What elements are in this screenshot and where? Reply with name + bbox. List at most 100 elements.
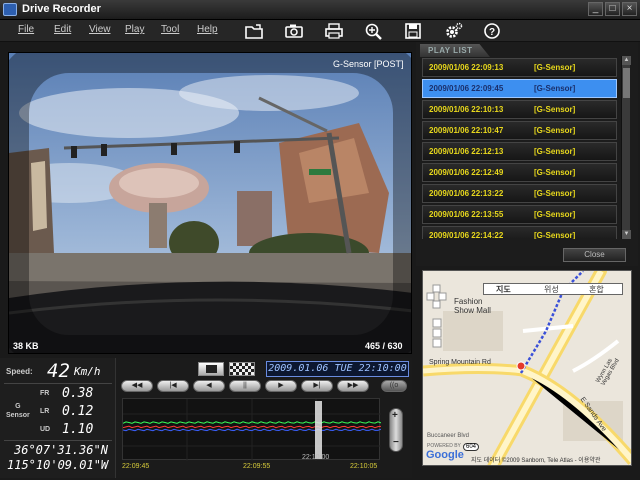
graph-tick-end: 22:10:05: [350, 463, 378, 470]
close-window-button[interactable]: ×: [622, 2, 637, 16]
map-label-buccaneer: Buccaneer Blvd: [427, 433, 470, 439]
g-sensor-graph[interactable]: [122, 398, 381, 461]
map-label-spring-mountain: Spring Mountain Rd: [429, 359, 491, 366]
fr-label: FR: [40, 390, 50, 397]
view-mode-single-icon[interactable]: [198, 362, 224, 376]
playlist-item[interactable]: 2009/01/06 22:12:13 [G-Sensor]: [422, 142, 617, 161]
view-mode-split-icon[interactable]: [229, 362, 255, 376]
longitude: 115°10'09.01"W: [7, 458, 109, 472]
playlist-scrollbar[interactable]: ▲ ▼: [621, 56, 631, 239]
graph-zoom-slider[interactable]: + −: [389, 408, 403, 452]
graph-plot: [123, 399, 381, 461]
fast-forward-button[interactable]: ▶▶: [337, 380, 369, 392]
map-copyright[interactable]: 지도 데이터 ©2009 Sanborn, Tele Atlas - 이용약관: [471, 455, 600, 464]
maximize-button[interactable]: □: [605, 2, 620, 16]
map-tab-map[interactable]: 지도: [496, 284, 511, 295]
ud-value: 1.10: [62, 422, 94, 437]
graph-tick-start: 22:09:45: [122, 463, 150, 470]
play-button[interactable]: ▶: [265, 380, 297, 392]
speed-value: 42: [47, 360, 70, 382]
google-logo[interactable]: Google: [426, 449, 464, 461]
lr-value: 0.12: [62, 404, 94, 419]
zoom-icon[interactable]: [363, 22, 385, 40]
lr-label: LR: [40, 408, 50, 415]
playlist-item[interactable]: 2009/01/06 22:14:22 [G-Sensor]: [422, 226, 617, 239]
frame-counter: 465 / 630: [365, 341, 403, 351]
map-view[interactable]: 지도 위성 혼합 Fashion Show Mall Spring Mounta…: [422, 270, 632, 466]
print-icon[interactable]: [323, 22, 345, 40]
settings-icon[interactable]: [442, 22, 464, 40]
playlist-item-tag: [G-Sensor]: [534, 63, 576, 72]
playlist-item-tag: [G-Sensor]: [534, 231, 576, 239]
camera-icon[interactable]: [283, 22, 305, 40]
scroll-thumb[interactable]: [623, 68, 630, 98]
next-button[interactable]: ▶|: [301, 380, 333, 392]
window-title: Drive Recorder: [22, 3, 101, 15]
zoom-in-icon[interactable]: +: [392, 410, 398, 421]
title-bar: Drive Recorder _ □ ×: [0, 0, 640, 20]
folder-icon[interactable]: [243, 22, 265, 40]
menu-tool[interactable]: Tool: [161, 24, 179, 35]
playlist-close-button[interactable]: Close: [563, 248, 626, 262]
playlist-item-time: 2009/01/06 22:10:47: [429, 126, 504, 135]
previous-button[interactable]: |◀: [157, 380, 189, 392]
playlist-item-tag: [G-Sensor]: [534, 84, 576, 93]
graph-tick-mid: 22:09:55: [243, 463, 271, 470]
playlist-item-tag: [G-Sensor]: [534, 189, 576, 198]
app-icon: [3, 3, 17, 16]
menu-edit[interactable]: Edit: [54, 24, 71, 35]
menu-play[interactable]: Play: [125, 24, 144, 35]
playlist-item[interactable]: 2009/01/06 22:10:13 [G-Sensor]: [422, 100, 617, 119]
playhead-marker[interactable]: [315, 401, 322, 459]
playlist: 2009/01/06 22:09:13 [G-Sensor] 2009/01/06 …: [419, 56, 621, 239]
playlist-item-time: 2009/01/06 22:09:45: [429, 84, 504, 93]
playlist-item-tag: [G-Sensor]: [534, 210, 576, 219]
playlist-item-time: 2009/01/06 22:13:55: [429, 210, 504, 219]
video-frame: [9, 53, 411, 353]
help-icon[interactable]: ?: [481, 22, 503, 40]
video-mode-label: G-Sensor [POST]: [333, 59, 404, 69]
playlist-item-tag: [G-Sensor]: [534, 105, 576, 114]
fast-rewind-button[interactable]: ◀◀: [121, 380, 153, 392]
map-tab-hybrid[interactable]: 혼합: [589, 284, 604, 295]
playlist-item[interactable]: 2009/01/06 22:09:13 [G-Sensor]: [422, 58, 617, 77]
playlist-item-time: 2009/01/06 22:12:13: [429, 147, 504, 156]
map-type-tabs: 지도 위성 혼합: [483, 283, 623, 295]
recording-datetime: 2009.01.06 TUE 22:10:00: [266, 361, 409, 377]
speed-unit: Km/h: [74, 365, 101, 378]
pause-button[interactable]: ||: [229, 380, 261, 392]
speed-label: Speed:: [6, 367, 33, 376]
save-icon[interactable]: [402, 22, 424, 40]
playlist-item-time: 2009/01/06 22:12:49: [429, 168, 504, 177]
route-shield: 604: [463, 443, 480, 451]
info-panel: Speed: 42 Km/h G Sensor FR 0.38 LR 0.12 …: [0, 358, 116, 478]
scroll-up-icon[interactable]: ▲: [622, 56, 631, 65]
playlist-item[interactable]: 2009/01/06 22:12:49 [G-Sensor]: [422, 163, 617, 182]
zoom-out-icon[interactable]: −: [393, 437, 399, 448]
playlist-item[interactable]: 2009/01/06 22:13:22 [G-Sensor]: [422, 184, 617, 203]
playlist-item[interactable]: 2009/01/06 22:09:45 [G-Sensor]: [422, 79, 617, 98]
svg-text:?: ?: [489, 27, 495, 38]
playlist-item-time: 2009/01/06 22:13:22: [429, 189, 504, 198]
menu-view[interactable]: View: [89, 24, 111, 35]
scroll-down-icon[interactable]: ▼: [622, 230, 631, 239]
menu-bar: File Edit View Play Tool Help ?: [0, 20, 640, 42]
map-tab-satellite[interactable]: 위성: [544, 284, 559, 295]
playlist-item-tag: [G-Sensor]: [534, 147, 576, 156]
latitude: 36°07'31.36"N: [14, 443, 108, 457]
playlist-item-tag: [G-Sensor]: [534, 126, 576, 135]
playlist-item[interactable]: 2009/01/06 22:10:47 [G-Sensor]: [422, 121, 617, 140]
fr-value: 0.38: [62, 386, 94, 401]
minimize-button[interactable]: _: [588, 2, 603, 16]
playlist-item-time: 2009/01/06 22:10:13: [429, 105, 504, 114]
map-label-fashion-show: Fashion Show Mall: [454, 297, 491, 315]
audio-button[interactable]: ((o: [381, 380, 407, 392]
playlist-item[interactable]: 2009/01/06 22:13:55 [G-Sensor]: [422, 205, 617, 224]
step-back-button[interactable]: ◀: [193, 380, 225, 392]
g-sensor-label: G Sensor: [6, 403, 30, 419]
menu-file[interactable]: File: [18, 24, 34, 35]
video-view[interactable]: G-Sensor [POST] 38 KB 465 / 630: [8, 52, 412, 354]
playlist-item-time: 2009/01/06 22:14:22: [429, 231, 504, 239]
menu-help[interactable]: Help: [197, 24, 218, 35]
playlist-item-tag: [G-Sensor]: [534, 168, 576, 177]
